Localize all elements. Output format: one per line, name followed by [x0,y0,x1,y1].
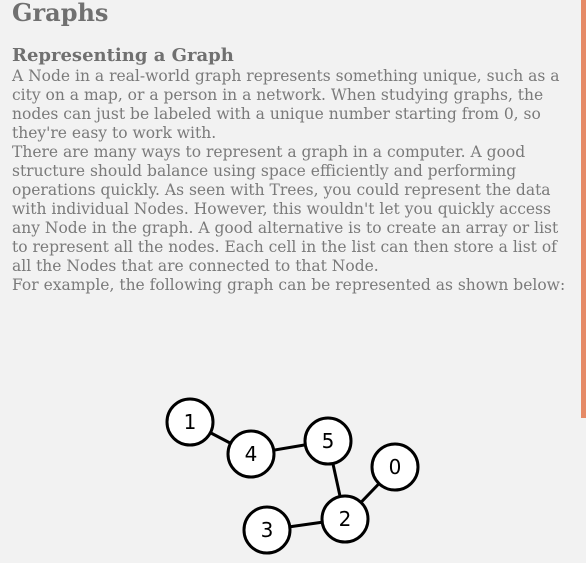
graph-svg: 1 4 5 0 2 3 [165,397,420,555]
article: Graphs Representing a Graph A Node in a … [12,0,574,295]
svg-text:5: 5 [322,429,335,453]
svg-text:1: 1 [184,410,197,434]
graph-node-4: 4 [226,429,276,479]
graph-node-2: 2 [320,494,370,544]
graph-node-1: 1 [165,397,215,447]
graph-node-5: 5 [303,416,353,466]
graph-diagram: 1 4 5 0 2 3 [160,395,426,560]
svg-text:4: 4 [245,442,258,466]
paragraph-intro: A Node in a real-world graph represents … [12,67,560,142]
section-title: Representing a Graph [12,45,234,66]
paragraph-example: For example, the following graph can be … [12,276,566,294]
graph-node-0: 0 [370,442,420,492]
paragraph-representation: There are many ways to represent a graph… [12,143,559,275]
page-title: Graphs [12,0,109,27]
svg-text:2: 2 [339,507,352,531]
graph-node-3: 3 [242,505,292,555]
svg-text:3: 3 [261,518,274,542]
scrollbar-thumb[interactable] [581,0,586,418]
svg-text:0: 0 [389,455,402,479]
